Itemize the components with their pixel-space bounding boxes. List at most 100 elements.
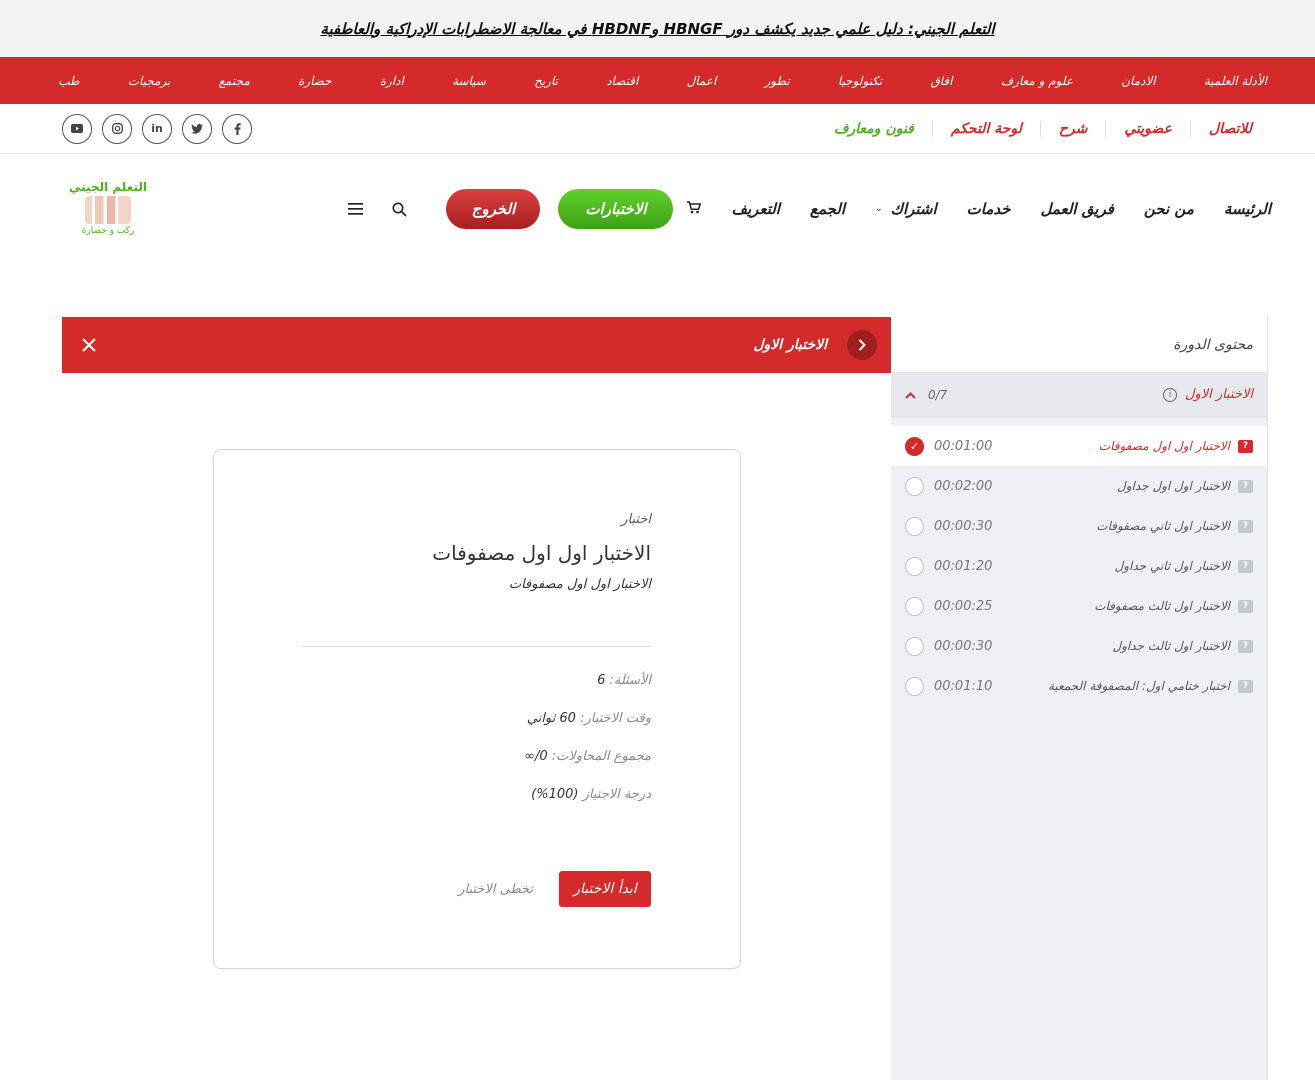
instagram-icon[interactable] xyxy=(102,113,132,144)
time-value: 60 ثواني xyxy=(526,711,576,726)
empty-circle-icon xyxy=(905,676,924,696)
empty-circle-icon xyxy=(905,556,924,576)
lesson-item[interactable]: ? اختبار ختامي اول: المصفوفة الجمعية 00:0… xyxy=(891,666,1267,706)
quiz-actions: ابدأ الاختبار تخطى الاختبار xyxy=(458,871,651,907)
site-logo[interactable]: التعلم الجيني ركب و حضارة xyxy=(62,180,154,242)
lesson-item[interactable]: ? الاختبار اول اول جداول 00:02:00 xyxy=(891,466,1267,506)
category-item[interactable]: برمجيات xyxy=(128,74,171,88)
membership-link[interactable]: عضويتي xyxy=(1105,120,1190,137)
skip-quiz-link[interactable]: تخطى الاختبار xyxy=(458,882,533,897)
youtube-icon[interactable] xyxy=(62,113,92,144)
lesson-name: اختبار ختامي اول: المصفوفة الجمعية xyxy=(1047,679,1230,693)
twitter-icon[interactable] xyxy=(182,113,212,144)
quiz-icon: ? xyxy=(1238,679,1253,693)
main-header: الرئيسة من نحن فريق العمل خدمات اشتراك ⌄… xyxy=(0,154,1315,266)
start-quiz-button[interactable]: ابدأ الاختبار xyxy=(559,871,651,907)
lesson-name: الاختبار اول اول مصفوفات xyxy=(1098,439,1230,453)
cart-icon[interactable] xyxy=(687,200,702,218)
facebook-icon[interactable] xyxy=(222,113,252,144)
quiz-header-title-group: الاختبار الاول xyxy=(753,330,877,360)
secondary-links: للاتصال عضويتي شرح لوحة التحكم فنون ومعا… xyxy=(816,120,1270,137)
contact-link[interactable]: للاتصال xyxy=(1189,120,1270,137)
category-item[interactable]: تاريخ xyxy=(534,74,558,88)
lesson-time: 00:02:00 xyxy=(934,478,993,494)
attempts-row: مجموع المحاولات: 0/∞ xyxy=(302,749,651,787)
ticker-headline-link[interactable]: التعلم الجيني: دليل علمي جديد يكشف دور H… xyxy=(320,20,994,38)
lesson-time: 00:00:25 xyxy=(934,598,993,614)
questions-row: الأسئلة: 6 xyxy=(302,673,651,711)
category-item[interactable]: سياسة xyxy=(452,74,486,88)
nav-definition[interactable]: التعريف xyxy=(731,200,779,218)
logo-tagline: ركب و حضارة xyxy=(81,226,135,236)
check-circle-icon: ✓ xyxy=(905,436,924,456)
chevron-right-icon[interactable] xyxy=(847,330,877,360)
category-item[interactable]: مجتمع xyxy=(219,74,250,88)
quiz-icon: ? xyxy=(1238,639,1253,653)
pass-grade-label: درجة الاجتياز xyxy=(582,787,651,802)
top-ticker: التعلم الجيني: دليل علمي جديد يكشف دور H… xyxy=(0,0,1315,57)
category-item[interactable]: اعمال xyxy=(687,74,717,88)
section-name-group: الاختبار الاول i xyxy=(1162,387,1253,402)
main-nav: الرئيسة من نحن فريق العمل خدمات اشتراك ⌄… xyxy=(322,189,1271,229)
nav-services[interactable]: خدمات xyxy=(967,200,1011,218)
search-icon[interactable] xyxy=(388,198,410,220)
quiz-card-content: اختبار الاختبار اول اول مصفوفات الاختبار… xyxy=(302,512,651,825)
lesson-item[interactable]: ? الاختبار اول ثالث مصفوفات 00:00:25 xyxy=(891,586,1267,626)
empty-circle-icon xyxy=(905,516,924,536)
lesson-time: 00:01:00 xyxy=(934,438,993,454)
category-item[interactable]: علوم و معارف xyxy=(1001,74,1073,88)
category-item[interactable]: تكنولوجيا xyxy=(838,74,882,88)
nav-home[interactable]: الرئيسة xyxy=(1224,200,1271,218)
close-icon[interactable] xyxy=(82,335,96,355)
category-item[interactable]: الادمان xyxy=(1121,74,1155,88)
quiz-card: اختبار الاختبار اول اول مصفوفات الاختبار… xyxy=(213,449,741,969)
social-links: in xyxy=(62,113,252,144)
lesson-name: الاختبار اول ثالث جداول xyxy=(1112,639,1230,653)
quizzes-button[interactable]: الاختبارات xyxy=(558,189,674,229)
section-progress-group: 0/7 xyxy=(905,388,947,402)
section-name: الاختبار الاول xyxy=(1184,387,1253,402)
category-item[interactable]: حضارة xyxy=(298,74,332,88)
lesson-name: الاختبار اول ثاني جداول xyxy=(1114,559,1230,573)
secondary-bar: للاتصال عضويتي شرح لوحة التحكم فنون ومعا… xyxy=(0,104,1315,154)
empty-circle-icon xyxy=(905,636,924,656)
category-item[interactable]: تطور xyxy=(765,74,790,88)
category-item[interactable]: افاق xyxy=(930,74,952,88)
sidebar-section-header[interactable]: الاختبار الاول i 0/7 xyxy=(891,373,1267,417)
questions-value: 6 xyxy=(597,673,606,688)
logout-button[interactable]: الخروج xyxy=(446,189,541,229)
attempts-value: 0/∞ xyxy=(524,749,548,764)
category-item[interactable]: ادارة xyxy=(380,74,404,88)
quiz-icon: ? xyxy=(1238,479,1253,493)
linkedin-icon[interactable]: in xyxy=(142,113,172,144)
nav-subscription-label: اشتراك xyxy=(890,200,937,218)
dashboard-link[interactable]: لوحة التحكم xyxy=(931,120,1040,137)
quiz-icon: ? xyxy=(1238,439,1253,453)
lesson-name: الاختبار اول ثاني مصفوفات xyxy=(1096,519,1230,533)
explanation-link[interactable]: شرح xyxy=(1039,120,1106,137)
category-item[interactable]: طب xyxy=(58,74,79,88)
menu-icon[interactable] xyxy=(344,198,366,220)
nav-about[interactable]: من نحن xyxy=(1144,200,1194,218)
quiz-icon: ? xyxy=(1238,519,1253,533)
quiz-kind-label: اختبار xyxy=(621,512,651,527)
quiz-meta: الأسئلة: 6 وقت الاختبار: 60 ثواني مجموع … xyxy=(302,673,651,825)
empty-circle-icon xyxy=(905,596,924,616)
quiz-title: الاختبار اول اول مصفوفات xyxy=(432,541,651,565)
nav-team[interactable]: فريق العمل xyxy=(1041,200,1114,218)
info-icon: i xyxy=(1162,387,1177,402)
chevron-up-icon[interactable] xyxy=(905,388,916,402)
lesson-item[interactable]: ? الاختبار اول اول مصفوفات ✓ 00:01:00 xyxy=(891,426,1267,466)
nav-collection[interactable]: الجمع xyxy=(810,200,845,218)
lesson-name: الاختبار اول ثالث مصفوفات xyxy=(1094,599,1230,613)
lesson-item[interactable]: ? الاختبار اول ثاني جداول 00:01:20 xyxy=(891,546,1267,586)
category-item[interactable]: اقتصاد xyxy=(606,74,638,88)
category-item[interactable]: الأدلة العلمية xyxy=(1204,74,1267,88)
pass-grade-value: (100%) xyxy=(531,787,579,802)
arts-link[interactable]: فنون ومعارف xyxy=(816,121,932,137)
lesson-item[interactable]: ? الاختبار اول ثالث جداول 00:00:30 xyxy=(891,626,1267,666)
quiz-header-bar: الاختبار الاول xyxy=(62,317,891,373)
lesson-list: ? الاختبار اول اول مصفوفات ✓ 00:01:00 ? الا… xyxy=(891,417,1267,706)
nav-subscription[interactable]: اشتراك ⌄ xyxy=(875,200,937,218)
lesson-item[interactable]: ? الاختبار اول ثاني مصفوفات 00:00:30 xyxy=(891,506,1267,546)
